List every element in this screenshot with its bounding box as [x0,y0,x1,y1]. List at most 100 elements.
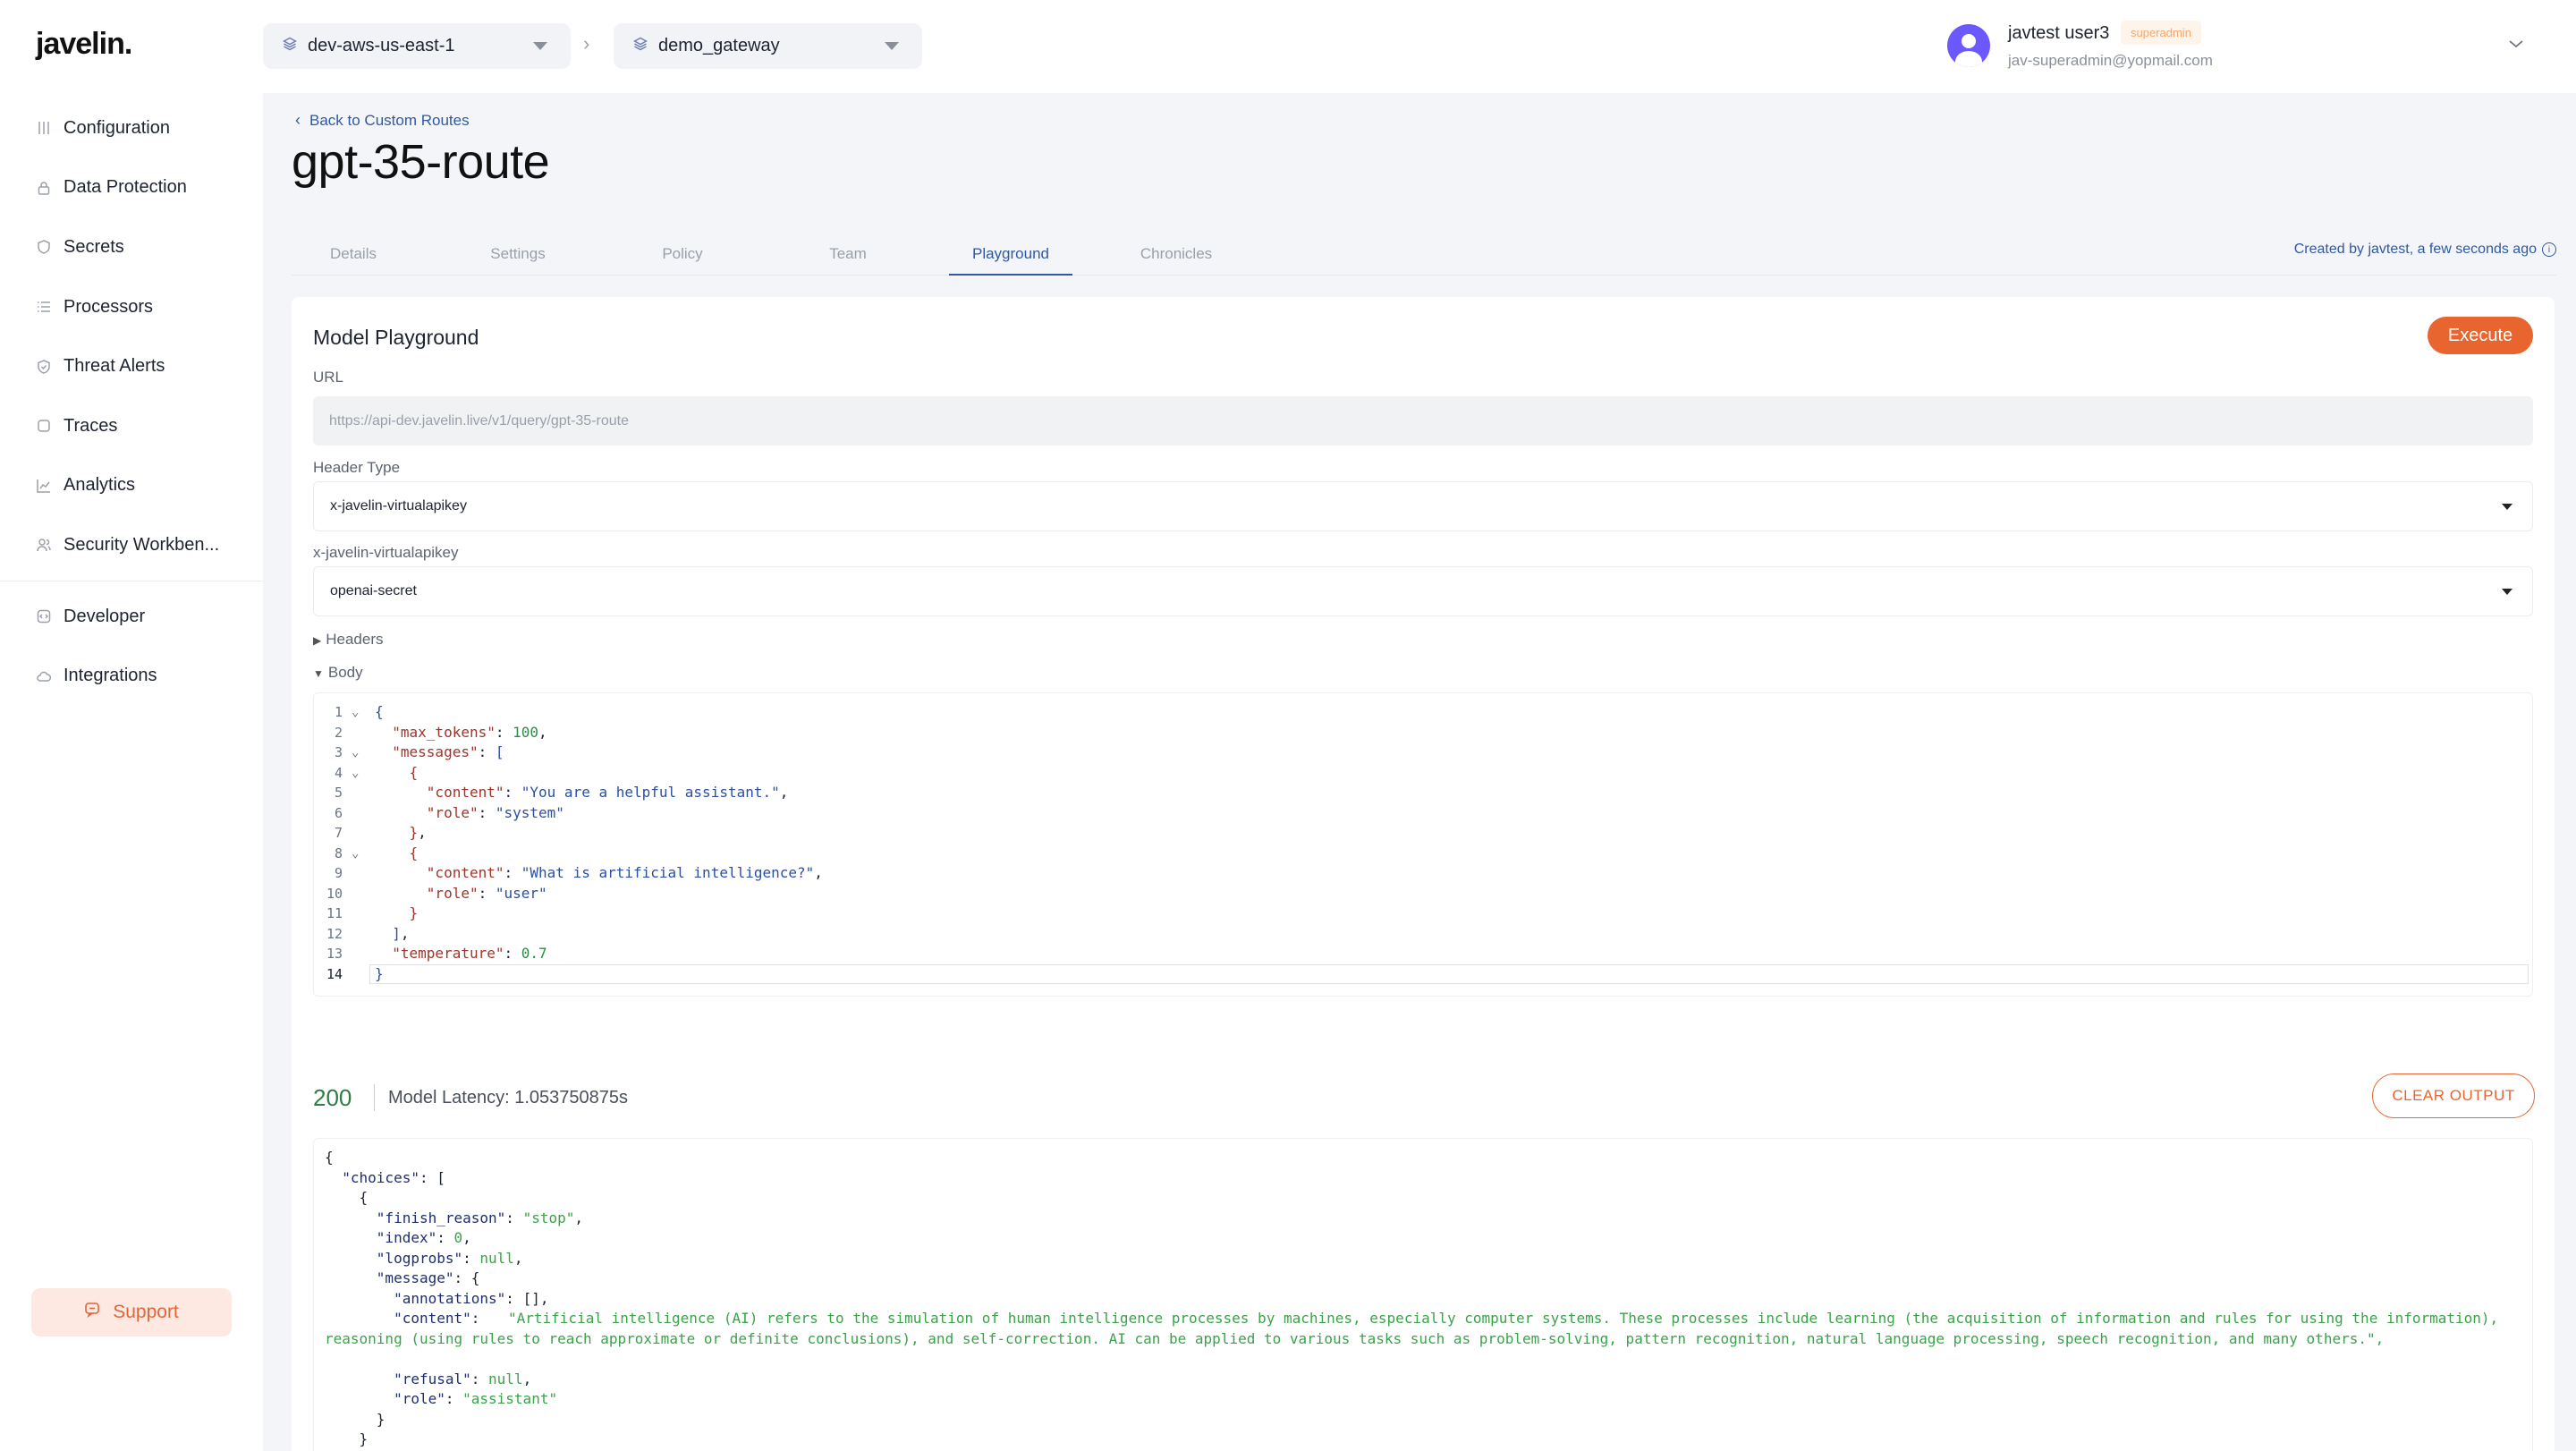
execute-button[interactable]: Execute [2428,317,2533,354]
body-toggle[interactable]: ▼ Body [313,664,363,682]
user-name: javtest user3 [2008,23,2110,43]
sidebar-item-integrations[interactable]: Integrations [0,646,263,706]
support-button[interactable]: Support [31,1288,232,1336]
url-label: URL [313,369,344,386]
apikey-label: x-javelin-virtualapikey [313,544,459,561]
sidebar-item-data-protection[interactable]: Data Protection [0,158,263,218]
square-icon [36,418,52,434]
response-output[interactable]: { "choices": [ { "finish_reason": "stop"… [313,1138,2533,1451]
sidebar-item-analytics[interactable]: Analytics [0,456,263,516]
header-type-select[interactable]: x-javelin-virtualapikey [313,481,2533,531]
sidebar-item-label: Configuration [64,117,170,138]
playground-title: Model Playground [313,326,479,349]
output-line: "choices": [ [342,1168,445,1186]
user-email: jav-superadmin@yopmail.com [2008,52,2213,69]
code-line: 9 "content": "What is artificial intelli… [334,864,823,881]
caret-down-icon [2502,504,2512,510]
sidebar-item-label: Security Workben... [64,534,220,555]
lock-icon [36,180,52,196]
sidebar-item-security-workbench[interactable]: Security Workben... [0,515,263,575]
apikey-value: openai-secret [330,583,417,598]
output-line: "logprobs": null, [376,1249,523,1267]
sidebar-item-traces[interactable]: Traces [0,396,263,456]
environment-selector[interactable]: dev-aws-us-east-1 [263,23,571,69]
created-text: Created by javtest, a few seconds ago [2293,242,2537,257]
sidebar-item-label: Data Protection [64,177,187,198]
sidebar-item-label: Secrets [64,236,124,257]
output-line: } [325,1430,369,1447]
avatar[interactable] [1947,24,1990,67]
output-line: "role": "assistant" [394,1390,558,1407]
header-type-label: Header Type [313,459,401,476]
code-line: 2 "max_tokens": 100, [334,723,547,741]
code-line: 7 }, [334,824,427,841]
tab-settings[interactable]: Settings [456,234,580,276]
output-line: "index": 0, [376,1229,471,1246]
code-line: 10 "role": "user" [326,884,547,902]
output-line: "message": { [376,1269,480,1286]
tab-policy[interactable]: Policy [621,234,744,276]
role-badge: superadmin [2121,21,2201,45]
body-code-editor[interactable]: 1 ⌄{ 2 "max_tokens": 100, 3 ⌄ "messages": … [313,692,2533,997]
tab-details[interactable]: Details [292,234,415,276]
code-line: 5 "content": "You are a helpful assistan… [334,784,789,801]
output-line: "refusal": null, [394,1370,532,1387]
output-line: { [325,1189,369,1206]
headers-toggle-label: Headers [326,631,384,648]
divider [374,1084,375,1111]
output-line: } [325,1410,386,1428]
fold-chevron-icon: ⌄ [352,765,360,780]
back-link[interactable]: ‹ Back to Custom Routes [295,111,470,130]
user-menu-chevron-icon[interactable] [2508,34,2524,55]
tab-chronicles[interactable]: Chronicles [1114,234,1238,276]
code-icon [36,608,52,624]
environment-value: dev-aws-us-east-1 [308,36,455,55]
code-line: 12 ], [326,924,410,942]
code-line: 4 ⌄ { [314,763,2532,784]
url-field[interactable]: https://api-dev.javelin.live/v1/query/gp… [313,396,2533,445]
page-title: gpt-35-route [292,135,550,189]
list-icon [36,299,52,315]
code-line: 1 ⌄{ [314,702,2532,723]
output-content: "Artificial intelligence (AI) refers to … [325,1310,2499,1347]
sidebar-item-configuration[interactable]: Configuration [0,98,263,158]
code-line: 11 } [326,904,419,921]
clear-output-button[interactable]: CLEAR OUTPUT [2372,1073,2535,1118]
sidebar-item-secrets[interactable]: Secrets [0,217,263,277]
chat-icon [84,1302,100,1323]
output-line: "annotations": [], [394,1289,549,1307]
back-link-label: Back to Custom Routes [309,111,470,129]
playground-card: Model Playground Execute URL https://api… [292,297,2555,1451]
code-line-current: 14} [314,963,2532,985]
sidebar-item-label: Threat Alerts [64,356,165,377]
sidebar-item-threat-alerts[interactable]: Threat Alerts [0,336,263,396]
tab-team[interactable]: Team [786,234,910,276]
model-latency: Model Latency: 1.053750875s [388,1088,628,1107]
support-label: Support [113,1302,179,1322]
tab-playground[interactable]: Playground [949,234,1072,276]
brand-logo[interactable]: javelin. [36,27,132,62]
sidebar-item-label: Analytics [64,475,136,496]
gateway-selector[interactable]: demo_gateway [614,23,922,69]
chevron-down-icon [885,42,899,50]
sidebar-item-processors[interactable]: Processors [0,277,263,337]
info-icon[interactable]: i [2542,242,2556,257]
headers-toggle[interactable]: ▶ Headers [313,631,384,649]
code-line: 6 "role": "system" [334,803,564,821]
body-toggle-label: Body [327,664,363,681]
sliders-icon [36,120,52,136]
chart-line-icon [36,478,52,494]
main-content: ‹ Back to Custom Routes gpt-35-route Det… [263,93,2576,1451]
output-line: "finish_reason": "stop", [376,1209,583,1226]
route-tabs: Details Settings Policy Team Playground … [292,234,2556,276]
sidebar-item-label: Integrations [64,666,157,686]
code-line: 8 ⌄ { [314,844,2532,864]
output-line: { [325,1149,334,1166]
sidebar-nav: Configuration Data Protection Secrets Pr… [0,98,263,706]
triangle-down-icon: ▼ [313,667,324,680]
chevron-left-icon: ‹ [295,111,301,129]
sidebar-item-developer[interactable]: Developer [0,587,263,647]
code-line: 3 ⌄ "messages": [ [314,742,2532,763]
header-type-value: x-javelin-virtualapikey [330,498,467,513]
apikey-select[interactable]: openai-secret [313,566,2533,616]
